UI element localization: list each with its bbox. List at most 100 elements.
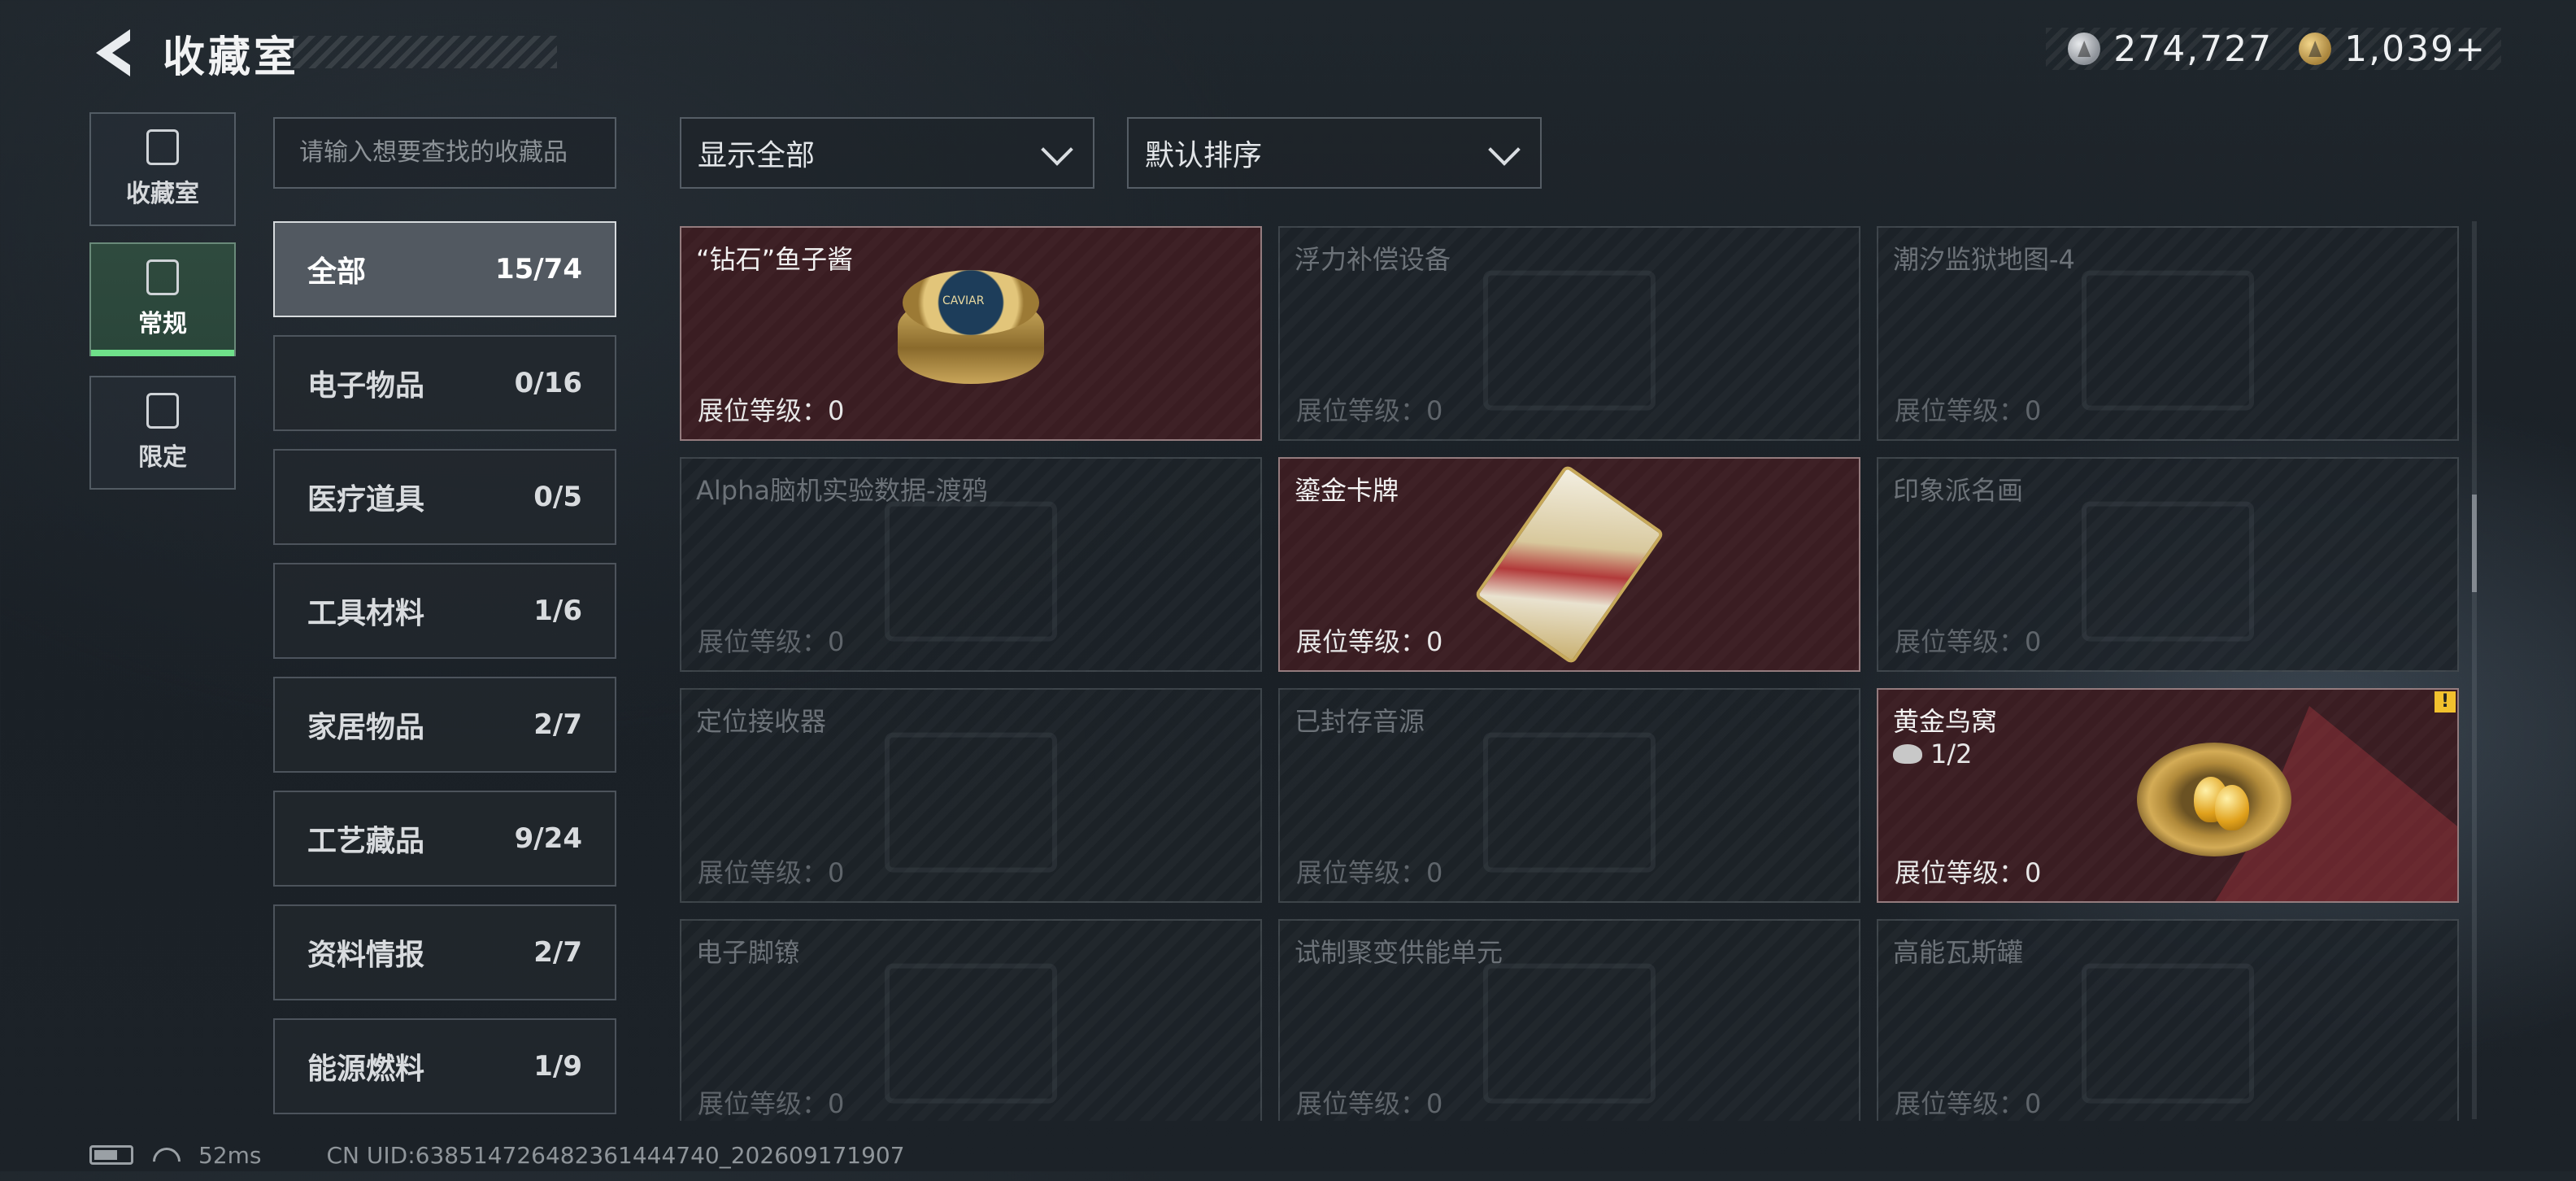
ping-value: 52ms [198,1141,262,1169]
item-card-fusion-unit[interactable]: 试制聚变供能单元 展位等级：0 [1278,919,1860,1121]
grid-scrollbar-thumb[interactable] [2472,495,2477,592]
sort-label: 默认排序 [1145,139,1263,172]
item-count-value: 1/2 [1930,739,1973,769]
category-crafts[interactable]: 工艺藏品 9/24 [273,791,616,887]
item-level: 展位等级：0 [1296,1088,1443,1119]
category-name: 能源燃料 [307,1052,425,1086]
category-energy[interactable]: 能源燃料 1/9 [273,1018,616,1114]
item-silhouette-image [2082,963,2254,1104]
item-card-caviar[interactable]: “钻石”鱼子酱 CAVIAR 展位等级：0 [680,226,1262,441]
item-silhouette-image [885,732,1057,873]
item-level: 展位等级：0 [1895,857,2042,888]
category-name: 电子物品 [307,369,425,403]
gold-coin-icon [2299,33,2332,65]
item-silhouette-image [885,963,1057,1104]
grid-scrollbar-track[interactable] [2472,221,2477,1119]
battery-icon [89,1145,133,1165]
gilded-card-image [1473,464,1665,665]
caviar-tin-image: CAVIAR [898,270,1044,392]
back-arrow-icon[interactable] [89,24,138,81]
category-name: 工艺藏品 [307,825,425,858]
category-name: 医疗道具 [307,483,425,516]
item-card-gilded-card[interactable]: 鎏金卡牌 展位等级：0 [1278,457,1860,672]
search-input[interactable]: 请输入想要查找的收藏品 [273,117,616,189]
item-silhouette-image [1483,963,1656,1104]
chevron-down-icon [1488,137,1521,169]
item-name: 浮力补偿设备 [1295,244,1451,275]
silver-coin-icon [2068,33,2101,65]
item-name: “钻石”鱼子酱 [696,244,854,275]
category-count: 1/6 [533,595,582,627]
item-name: 高能瓦斯罐 [1893,937,2024,968]
tab-regular[interactable]: 常规 [89,242,236,356]
category-count: 15/74 [494,253,582,285]
category-name: 资料情报 [307,939,425,972]
alert-badge: ! [2435,691,2456,713]
item-name: 黄金鸟窝 [1893,706,1998,737]
item-silhouette-image [1483,732,1656,873]
item-name: 已封存音源 [1295,706,1425,737]
item-card-electronic-shackle[interactable]: 电子脚镣 展位等级：0 [680,919,1262,1121]
category-electronics[interactable]: 电子物品 0/16 [273,335,616,431]
item-card-sealed-audio[interactable]: 已封存音源 展位等级：0 [1278,688,1860,903]
item-silhouette-image [1483,270,1656,411]
category-count: 2/7 [533,708,582,741]
category-name: 全部 [307,255,367,289]
collection-room-icon [146,129,179,165]
nest-icon [1893,744,1922,764]
item-card-alpha-data[interactable]: Alpha脑机实验数据-渡鸦 展位等级：0 [680,457,1262,672]
gold-coin-value[interactable]: 1,039+ [2344,28,2487,70]
sort-dropdown[interactable]: 默认排序 [1127,117,1542,189]
item-level: 展位等级：0 [1895,395,2042,426]
item-name: 鎏金卡牌 [1295,475,1399,506]
wifi-icon [150,1143,182,1167]
item-level: 展位等级：0 [1296,395,1443,426]
item-card-locator-receiver[interactable]: 定位接收器 展位等级：0 [680,688,1262,903]
category-tools[interactable]: 工具材料 1/6 [273,563,616,659]
item-card-prison-map[interactable]: 潮汐监狱地图-4 展位等级：0 [1877,226,2459,441]
item-level: 展位等级：0 [1895,1088,2042,1119]
item-card-golden-nest[interactable]: 黄金鸟窝 1/2 ! 展位等级：0 [1877,688,2459,903]
chevron-down-icon [1041,137,1073,169]
status-bar: 52ms CN UID:638514726482361444740_202609… [89,1140,905,1170]
item-card-buoyancy-device[interactable]: 浮力补偿设备 展位等级：0 [1278,226,1860,441]
silver-coin-value: 274,727 [2113,28,2274,70]
category-household[interactable]: 家居物品 2/7 [273,677,616,773]
tab-limited[interactable]: 限定 [89,376,236,490]
category-medical[interactable]: 医疗道具 0/5 [273,449,616,545]
item-silhouette-image [2082,501,2254,642]
limited-icon [146,393,179,429]
category-all[interactable]: 全部 15/74 [273,221,616,317]
display-filter-dropdown[interactable]: 显示全部 [680,117,1094,189]
golden-nest-image [2136,743,2291,857]
item-level: 展位等级：0 [698,1088,845,1119]
item-silhouette-image [2082,270,2254,411]
item-silhouette-image [885,501,1057,642]
regular-icon [146,259,179,295]
uid-text: CN UID:638514726482361444740_20260917190… [326,1141,905,1169]
item-level: 展位等级：0 [698,857,845,888]
item-name: 试制聚变供能单元 [1295,937,1503,968]
item-name: 潮汐监狱地图-4 [1893,244,2075,275]
item-level: 展位等级：0 [698,626,845,657]
category-intel[interactable]: 资料情报 2/7 [273,904,616,1000]
item-card-impressionist-painting[interactable]: 印象派名画 展位等级：0 [1877,457,2459,672]
category-count: 0/16 [514,367,582,399]
tab-collection-room[interactable]: 收藏室 [89,112,236,226]
item-level: 展位等级：0 [1296,857,1443,888]
currency-bar: 274,727 1,039+ [2046,28,2501,70]
category-name: 工具材料 [307,597,425,630]
item-level: 展位等级：0 [1895,626,2042,657]
category-count: 1/9 [533,1050,582,1083]
display-filter-label: 显示全部 [698,139,816,172]
category-count: 2/7 [533,936,582,969]
item-count: 1/2 [1893,739,1973,769]
item-name: 印象派名画 [1893,475,2024,506]
item-name: 电子脚镣 [696,937,801,968]
category-name: 家居物品 [307,711,425,744]
item-level: 展位等级：0 [1296,626,1443,657]
item-name: 定位接收器 [696,706,827,737]
item-card-gas-canister[interactable]: 高能瓦斯罐 展位等级：0 [1877,919,2459,1121]
item-grid: “钻石”鱼子酱 CAVIAR 展位等级：0 浮力补偿设备 展位等级：0 潮汐监狱… [680,226,2461,1121]
category-count: 0/5 [533,481,582,513]
